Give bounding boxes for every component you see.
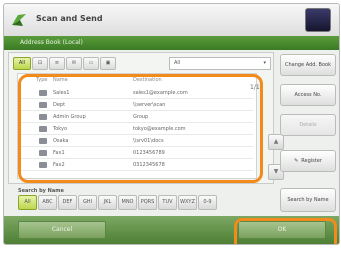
title-bar: Scan and Send [4, 4, 339, 36]
row-name: Osaka [53, 138, 69, 144]
index-wxyz-button[interactable]: WXYZ [178, 195, 197, 210]
email-icon [39, 126, 47, 132]
ok-button[interactable]: OK [238, 221, 326, 239]
change-address-book-button[interactable]: Change Add. Book [280, 54, 336, 76]
col-header-type: Type [36, 77, 48, 83]
row-destination: \\srv01\docs [133, 138, 164, 144]
row-destination: 0123456789 [133, 150, 165, 156]
filter-email-icon[interactable]: ✉ [66, 57, 82, 70]
filter-all[interactable]: All [13, 57, 31, 70]
search-mode-button[interactable]: Search by Name [280, 188, 336, 212]
fax-icon [39, 150, 47, 156]
index-pqrs-button[interactable]: PQRS [138, 195, 157, 210]
index-all-button[interactable]: All [18, 195, 37, 210]
list-row[interactable]: Osaka \\srv01\docs [21, 136, 253, 147]
search-by-name-label: Search by Name [18, 188, 64, 194]
list-row[interactable]: Tokyo tokyo@example.com [21, 124, 253, 135]
device-icon[interactable] [305, 8, 331, 32]
list-row[interactable]: Fax2 0312345678 [21, 160, 253, 171]
bottom-bar: Cancel OK [4, 216, 339, 244]
index-tuv-button[interactable]: TUV [158, 195, 177, 210]
index-abc-button[interactable]: ABC [38, 195, 57, 210]
fax-icon [39, 162, 47, 168]
row-destination: tokyo@example.com [133, 126, 186, 132]
email-icon [39, 90, 47, 96]
filter-list-icon[interactable]: ≡ [49, 57, 65, 70]
app-title: Scan and Send [36, 14, 103, 23]
index-0-9-button[interactable]: 0-9 [198, 195, 217, 210]
scroll-up-button[interactable]: ▲ [268, 134, 284, 150]
row-name: Dept [53, 102, 66, 108]
screen: Scan and Send Address Book (Local) All ⊡… [3, 3, 340, 245]
row-destination: Group [133, 114, 149, 120]
address-book-header: Address Book (Local) [4, 36, 339, 50]
index-mno-button[interactable]: MNO [118, 195, 137, 210]
index-jkl-button[interactable]: JKL [98, 195, 117, 210]
register-button[interactable]: ✎ Register [280, 150, 336, 172]
col-header-destination: Destination [133, 77, 162, 83]
filter-group-icon[interactable]: ⊡ [32, 57, 48, 70]
details-button[interactable]: Details [280, 114, 336, 136]
list-row[interactable]: Fax1 0123456789 [21, 148, 253, 159]
address-list[interactable]: Type Name Destination Sales1 sales1@exam… [17, 73, 257, 179]
access-number-button[interactable]: Access No. [280, 84, 336, 106]
row-name: Fax2 [53, 162, 65, 168]
chevron-down-icon: ▾ [263, 60, 266, 66]
folder-icon [39, 102, 47, 108]
list-row[interactable]: Admin Group Group [21, 112, 253, 123]
index-def-button[interactable]: DEF [58, 195, 77, 210]
destination-select[interactable]: All ▾ [169, 57, 271, 70]
filter-fax-icon[interactable]: ▣ [100, 57, 116, 70]
index-ghi-button[interactable]: GHI [78, 195, 97, 210]
filter-file-icon[interactable]: ▭ [83, 57, 99, 70]
scan-send-icon [12, 14, 26, 26]
row-name: Admin Group [53, 114, 86, 120]
row-name: Tokyo [53, 126, 67, 132]
register-label: Register [301, 158, 322, 164]
header-text: Address Book (Local) [20, 39, 83, 46]
page-counter: 1/1 [250, 84, 260, 91]
list-row[interactable]: Sales1 sales1@example.com [21, 88, 253, 99]
row-name: Fax1 [53, 150, 65, 156]
col-header-name: Name [53, 77, 68, 83]
destination-select-value: All [174, 60, 181, 66]
group-icon [39, 114, 47, 120]
list-row[interactable]: Dept \\server\scan [21, 100, 253, 111]
row-destination: 0312345678 [133, 162, 165, 168]
row-destination: sales1@example.com [133, 90, 188, 96]
cancel-button[interactable]: Cancel [18, 221, 106, 239]
address-list-panel: All ⊡ ≡ ✉ ▭ ▣ All ▾ Type Name Destinatio… [8, 52, 274, 184]
row-destination: \\server\scan [133, 102, 166, 108]
row-name: Sales1 [53, 90, 70, 96]
pencil-icon: ✎ [294, 158, 299, 164]
folder-icon [39, 138, 47, 144]
